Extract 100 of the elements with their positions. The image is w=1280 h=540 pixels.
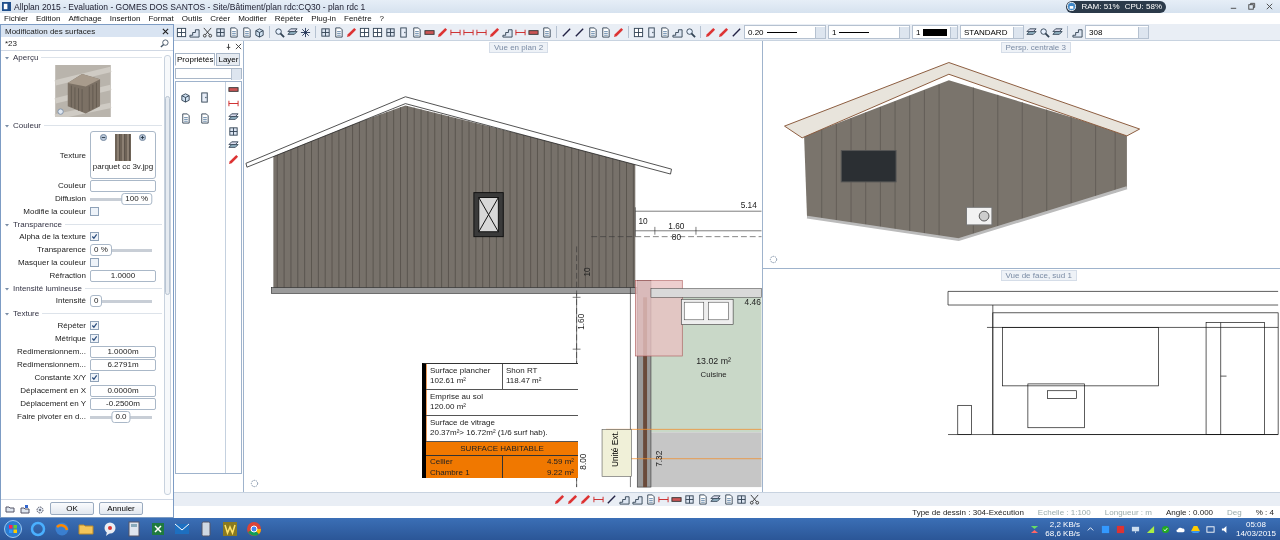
input-field[interactable]: 1.0000m xyxy=(90,345,156,358)
door-icon[interactable] xyxy=(398,26,409,38)
palette-tab[interactable]: Layer xyxy=(216,53,241,66)
grid-icon[interactable] xyxy=(633,26,644,38)
layers-icon[interactable] xyxy=(228,112,239,123)
document-icon[interactable] xyxy=(697,494,708,505)
dimension-icon[interactable] xyxy=(228,98,239,109)
menu-item[interactable]: Affichage xyxy=(68,14,102,23)
window-icon[interactable] xyxy=(215,26,226,38)
phone-icon[interactable] xyxy=(198,521,214,537)
browser-icon[interactable] xyxy=(30,521,46,537)
monitor-icon[interactable] xyxy=(1130,524,1140,534)
menu-item[interactable]: Edition xyxy=(36,14,61,23)
grid-icon[interactable] xyxy=(176,26,187,38)
document-icon[interactable] xyxy=(411,26,422,38)
document-icon[interactable] xyxy=(180,113,191,124)
input-field[interactable] xyxy=(90,179,156,192)
search-field[interactable]: *23 xyxy=(5,39,17,48)
stairs-icon[interactable] xyxy=(189,26,200,38)
scissors-icon[interactable] xyxy=(202,26,213,38)
show-hidden-icon[interactable] xyxy=(1085,524,1095,534)
checkbox[interactable] xyxy=(90,207,99,216)
dimension-icon[interactable] xyxy=(593,494,604,505)
slider-thumb[interactable]: 0.0 xyxy=(111,410,131,423)
spreadsheet-icon[interactable] xyxy=(150,521,166,537)
dropdown[interactable]: 1 xyxy=(828,25,910,39)
layers-icon[interactable] xyxy=(228,140,239,151)
collapse-icon[interactable] xyxy=(4,310,10,317)
dropdown[interactable]: 1 xyxy=(912,25,958,39)
stairs-icon[interactable] xyxy=(619,494,630,505)
menu-item[interactable]: Modifier xyxy=(238,14,267,23)
settings-icon[interactable] xyxy=(35,503,45,514)
texture-slot[interactable]: parquet cc 3v.jpg xyxy=(90,131,156,179)
input-field[interactable]: 0.0000m xyxy=(90,384,156,397)
pencil-icon[interactable] xyxy=(228,154,239,165)
pencil-icon[interactable] xyxy=(489,26,500,38)
menu-item[interactable]: ? xyxy=(379,14,385,23)
slider-track[interactable]: 100 % xyxy=(90,192,152,205)
collapse-icon[interactable] xyxy=(4,54,10,61)
dropdown[interactable]: 0.20 xyxy=(744,25,826,39)
menu-item[interactable]: Format xyxy=(148,14,174,23)
stairs-icon[interactable] xyxy=(632,494,643,505)
clock[interactable]: 05:08 14/03/2015 xyxy=(1235,520,1276,538)
start-button[interactable] xyxy=(4,520,22,538)
app-icon[interactable] xyxy=(222,521,238,537)
pencil-icon[interactable] xyxy=(705,26,716,38)
cube-icon[interactable] xyxy=(254,26,265,38)
document-icon[interactable] xyxy=(723,494,734,505)
pin-icon[interactable] xyxy=(225,43,232,50)
restore-icon[interactable] xyxy=(1247,2,1256,11)
menu-item[interactable]: Fenêtre xyxy=(344,14,372,23)
input-field[interactable]: 1.0000 xyxy=(90,269,156,282)
slider-thumb[interactable]: 0 xyxy=(90,294,103,307)
pencil-icon[interactable] xyxy=(437,26,448,38)
document-icon[interactable] xyxy=(228,26,239,38)
door-icon[interactable] xyxy=(646,26,657,38)
star-icon[interactable] xyxy=(300,26,311,38)
dropdown[interactable]: STANDARD xyxy=(960,25,1024,39)
dropdown[interactable]: 308 xyxy=(1085,25,1149,39)
slider-thumb[interactable]: 100 % xyxy=(121,192,152,205)
globe-icon[interactable] xyxy=(54,521,70,537)
document-icon[interactable] xyxy=(541,26,552,38)
zoom-icon[interactable] xyxy=(1039,26,1050,38)
pencil-icon[interactable] xyxy=(346,26,357,38)
remove-icon[interactable] xyxy=(100,134,107,141)
menu-item[interactable]: Créer xyxy=(210,14,231,23)
collapse-icon[interactable] xyxy=(4,221,10,228)
resource-monitor[interactable]: RAM: 51% CPU: 58% xyxy=(1066,0,1166,13)
grid-icon[interactable] xyxy=(359,26,370,38)
layers-icon[interactable] xyxy=(1052,26,1063,38)
collapse-icon[interactable] xyxy=(4,285,10,292)
stairs-icon[interactable] xyxy=(672,26,683,38)
layers-icon[interactable] xyxy=(710,494,721,505)
collapse-icon[interactable] xyxy=(4,122,10,129)
menu-item[interactable]: Plug-in xyxy=(311,14,337,23)
shield-icon[interactable] xyxy=(1160,524,1170,534)
checkbox[interactable] xyxy=(90,321,99,330)
zoom-icon[interactable] xyxy=(685,26,696,38)
line-icon[interactable] xyxy=(731,26,742,38)
add-icon[interactable] xyxy=(139,134,146,141)
slider-thumb[interactable]: 0 % xyxy=(90,243,112,256)
cube-icon[interactable] xyxy=(180,92,191,103)
menu-item[interactable]: Fichier xyxy=(4,14,28,23)
slider-track[interactable]: 0 xyxy=(90,294,152,307)
slider-track[interactable]: 0 % xyxy=(90,243,152,256)
menu-item[interactable]: Outils xyxy=(181,14,203,23)
checkbox[interactable] xyxy=(90,232,99,241)
line-icon[interactable] xyxy=(574,26,585,38)
dialog-button[interactable]: OK xyxy=(50,502,94,515)
mail-icon[interactable] xyxy=(174,521,190,537)
slider-track[interactable]: 0.0 xyxy=(90,410,152,423)
chat-icon[interactable] xyxy=(102,521,118,537)
stairs-icon[interactable] xyxy=(1072,26,1083,38)
input-field[interactable]: -0.2500m xyxy=(90,397,156,410)
document-icon[interactable] xyxy=(645,494,656,505)
dialog-button[interactable]: Annuler xyxy=(99,502,143,515)
input-field[interactable]: 6.2791m xyxy=(90,358,156,371)
calculator-icon[interactable] xyxy=(126,521,142,537)
document-icon[interactable] xyxy=(659,26,670,38)
document-icon[interactable] xyxy=(333,26,344,38)
